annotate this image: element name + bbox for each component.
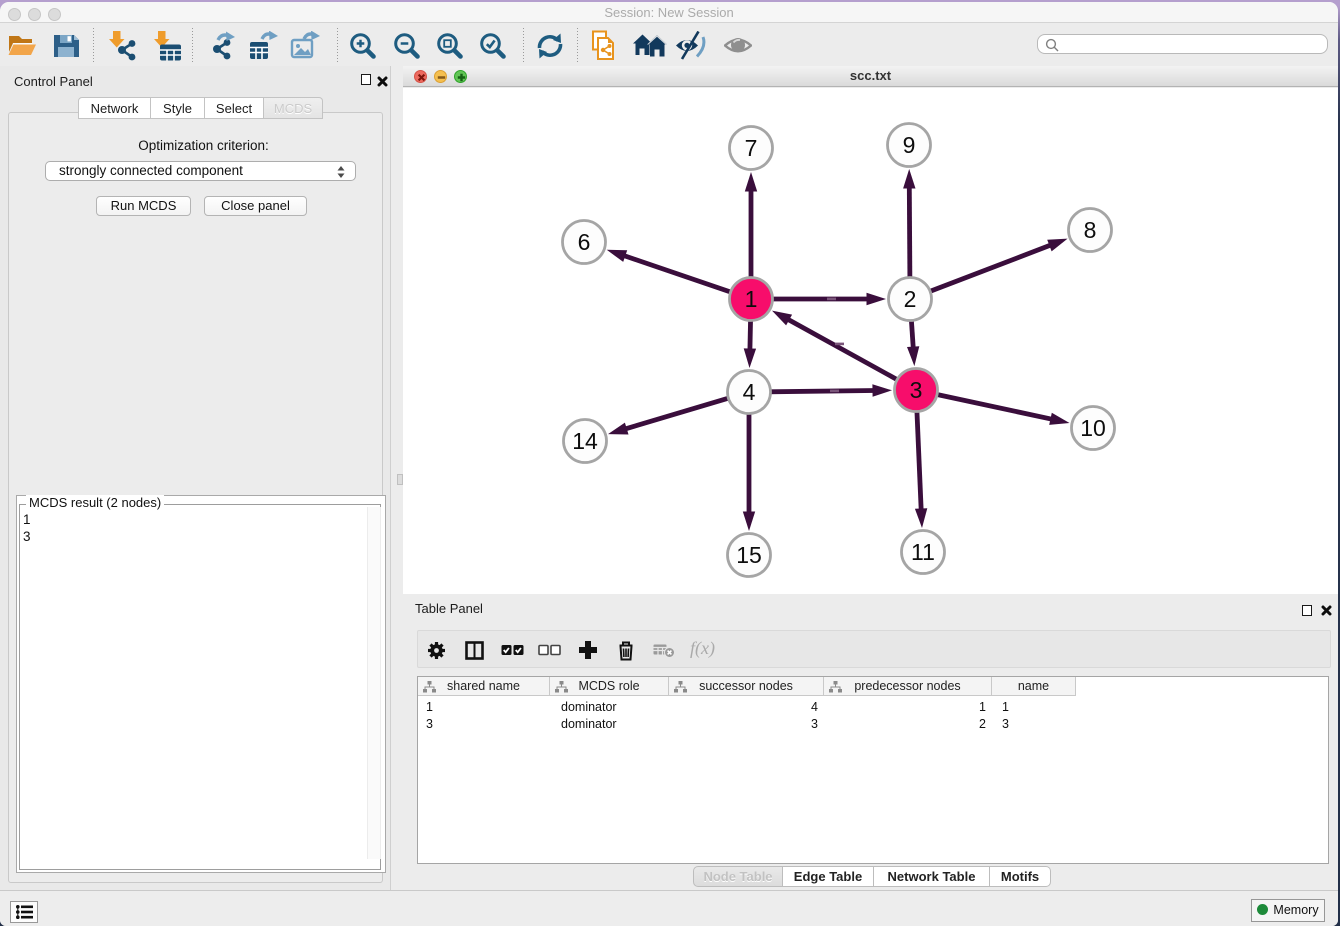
svg-text:2: 2 <box>904 286 917 312</box>
svg-text:14: 14 <box>572 428 598 454</box>
svg-text:8: 8 <box>1084 217 1097 243</box>
svg-text:10: 10 <box>1080 415 1106 441</box>
svg-text:6: 6 <box>578 229 591 255</box>
svg-text:11: 11 <box>911 539 935 565</box>
svg-text:15: 15 <box>736 542 762 568</box>
svg-text:1: 1 <box>745 286 758 312</box>
svg-text:9: 9 <box>903 132 916 158</box>
svg-text:7: 7 <box>745 135 758 161</box>
svg-text:3: 3 <box>910 377 923 403</box>
svg-text:4: 4 <box>743 379 756 405</box>
